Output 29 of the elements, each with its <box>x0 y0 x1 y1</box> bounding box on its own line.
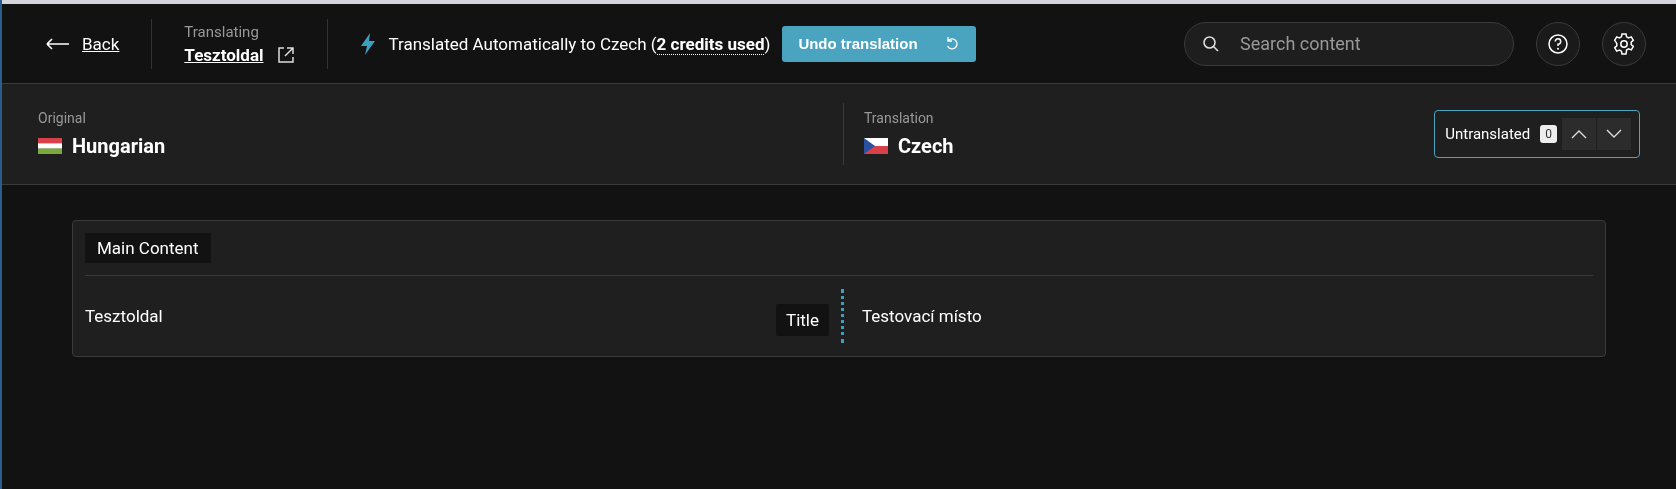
lightning-icon <box>360 32 377 55</box>
page-title-link[interactable]: Tesztoldal <box>184 44 264 65</box>
next-button[interactable] <box>1597 118 1631 150</box>
untranslated-label: Untranslated <box>1445 125 1531 143</box>
hungary-flag-icon <box>38 138 62 154</box>
czech-flag-icon <box>864 138 888 154</box>
translation-language: Czech <box>898 134 954 158</box>
settings-button[interactable] <box>1602 21 1646 66</box>
credits-link[interactable]: 2 credits used <box>656 33 765 55</box>
original-label: Original <box>38 110 87 126</box>
untranslated-count: 0 <box>1540 125 1557 143</box>
arrow-left-icon <box>46 37 70 50</box>
help-button[interactable] <box>1536 21 1580 66</box>
field-label: Title <box>776 304 829 336</box>
chevron-up-icon <box>1571 129 1587 139</box>
external-link-icon[interactable] <box>277 45 296 64</box>
previous-button[interactable] <box>1562 118 1596 150</box>
translation-status: Translated Automatically to Czech (2 credits used) <box>388 33 771 54</box>
context-label: Translating <box>184 22 260 41</box>
original-text: Tesztoldal <box>85 306 163 326</box>
back-link[interactable]: Back <box>46 33 120 54</box>
section-title: Main Content <box>85 233 211 263</box>
translated-text[interactable]: Testovací místo <box>862 306 982 326</box>
help-icon <box>1547 32 1569 55</box>
settings-icon <box>1612 31 1636 56</box>
original-language: Hungarian <box>72 134 166 158</box>
search-field[interactable]: Search content <box>1184 21 1514 66</box>
translation-label: Translation <box>864 110 935 126</box>
chevron-down-icon <box>1606 129 1622 139</box>
